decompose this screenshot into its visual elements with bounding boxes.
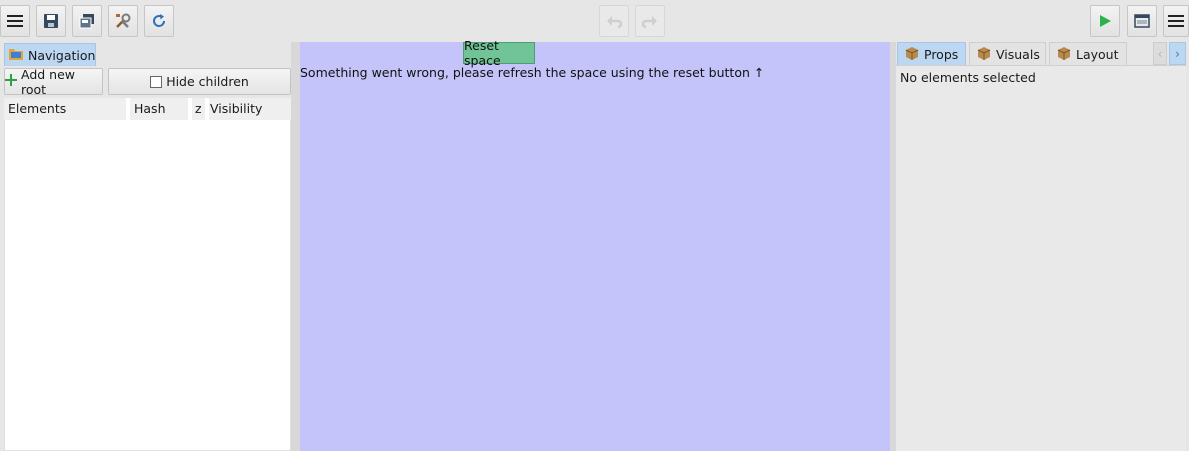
tab-props-label: Props bbox=[924, 46, 959, 62]
package-icon bbox=[904, 46, 920, 63]
play-icon bbox=[1098, 14, 1112, 28]
undo-button[interactable] bbox=[599, 5, 629, 37]
folder-icon bbox=[9, 48, 23, 63]
redo-button[interactable] bbox=[635, 5, 665, 37]
column-visibility[interactable]: Visibility bbox=[206, 98, 291, 120]
package-icon bbox=[976, 46, 992, 63]
menu-icon bbox=[1168, 14, 1184, 28]
save-as-icon bbox=[79, 13, 95, 29]
reset-space-button[interactable]: Reset space bbox=[463, 38, 535, 68]
hide-children-label: Hide children bbox=[166, 74, 249, 89]
tab-scroll-right-button[interactable]: › bbox=[1169, 42, 1186, 65]
right-menu-button[interactable] bbox=[1163, 5, 1189, 37]
refresh-icon bbox=[150, 12, 168, 30]
tab-label: Navigation bbox=[28, 47, 96, 63]
play-button[interactable] bbox=[1090, 5, 1120, 37]
package-icon bbox=[1056, 46, 1072, 63]
refresh-button[interactable] bbox=[144, 5, 174, 37]
props-content bbox=[896, 65, 1186, 451]
tab-visuals-label: Visuals bbox=[996, 46, 1040, 62]
tab-layout-label: Layout bbox=[1076, 46, 1119, 62]
element-tree[interactable] bbox=[4, 98, 291, 451]
plus-icon bbox=[5, 74, 17, 89]
tab-props[interactable]: Props bbox=[897, 42, 966, 65]
space-canvas[interactable] bbox=[300, 42, 890, 451]
settings-button[interactable] bbox=[108, 5, 138, 37]
tab-scroll-left-button[interactable]: ‹ bbox=[1153, 42, 1167, 65]
redo-icon bbox=[642, 14, 658, 28]
column-elements[interactable]: Elements bbox=[4, 98, 126, 120]
tab-visuals[interactable]: Visuals bbox=[969, 42, 1046, 65]
main-menu-button[interactable] bbox=[0, 5, 30, 37]
chevron-right-icon: › bbox=[1175, 46, 1180, 61]
chevron-left-icon: ‹ bbox=[1157, 46, 1163, 61]
left-splitter[interactable] bbox=[291, 42, 300, 451]
menu-icon bbox=[7, 14, 23, 28]
column-hash[interactable]: Hash bbox=[130, 98, 190, 120]
window-button[interactable] bbox=[1127, 5, 1157, 37]
tab-layout[interactable]: Layout bbox=[1049, 42, 1127, 65]
tab-navigation[interactable]: Navigation bbox=[4, 43, 96, 66]
column-z[interactable]: z bbox=[191, 98, 205, 120]
save-as-button[interactable] bbox=[72, 5, 102, 37]
checkbox-icon bbox=[150, 75, 163, 88]
save-icon bbox=[43, 13, 59, 29]
save-button[interactable] bbox=[36, 5, 66, 37]
tools-icon bbox=[114, 12, 132, 30]
window-icon bbox=[1134, 14, 1150, 28]
empty-selection-message: No elements selected bbox=[900, 70, 1036, 85]
toolbar bbox=[0, 0, 1189, 42]
add-new-root-label: Add new root bbox=[21, 66, 76, 97]
undo-icon bbox=[606, 14, 622, 28]
tree-header: Elements Hash z Visibility bbox=[4, 98, 291, 120]
hide-children-checkbox[interactable]: Hide children bbox=[108, 68, 291, 95]
add-new-root-button[interactable]: Add new root bbox=[4, 66, 103, 97]
error-message: Something went wrong, please refresh the… bbox=[300, 65, 765, 80]
